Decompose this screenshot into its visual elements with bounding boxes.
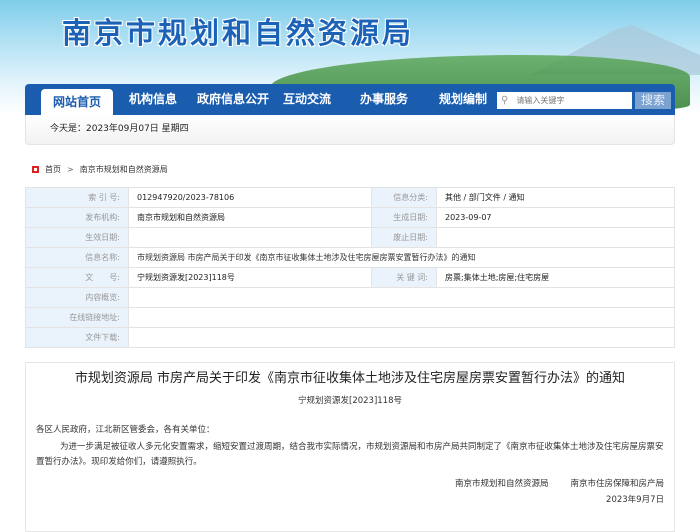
link-value	[128, 307, 675, 328]
article-title: 市规划资源局 市房产局关于印发《南京市征收集体土地涉及住宅房屋房票安置暂行办法》…	[74, 371, 626, 386]
breadcrumb: 首页 > 南京市规划和自然资源局	[32, 164, 168, 175]
created-value: 2023-09-07	[436, 207, 675, 228]
table-row: 内容概览:	[25, 287, 675, 308]
created-label: 生成日期:	[371, 207, 437, 228]
effective-label: 生效日期:	[25, 227, 129, 248]
table-row: 生效日期: 废止日期:	[25, 227, 675, 248]
search-box: ⚲	[497, 92, 632, 109]
name-label: 信息名称:	[25, 247, 129, 268]
search-input[interactable]	[516, 96, 627, 105]
signer-1: 南京市规划和自然资源局	[454, 479, 549, 489]
nav-org-info[interactable]: 机构信息	[113, 84, 193, 115]
article-addressee: 各区人民政府，江北新区管委会，各有关单位：	[36, 425, 215, 435]
nav-services[interactable]: 办事服务	[341, 84, 427, 115]
docno-label: 文 号:	[25, 267, 129, 288]
article: 市规划资源局 市房产局关于印发《南京市征收集体土地涉及住宅房屋房票安置暂行办法》…	[25, 362, 675, 532]
article-docno: 宁规划资源发[2023]118号	[298, 396, 402, 406]
home-icon	[32, 166, 39, 173]
publisher-value: 南京市规划和自然资源局	[128, 207, 372, 228]
article-signers: 南京市规划和自然资源局 南京市住房保障和房产局	[36, 476, 664, 492]
effective-value	[128, 227, 372, 248]
breadcrumb-current[interactable]: 南京市规划和自然资源局	[80, 164, 168, 175]
category-label: 信息分类:	[371, 187, 437, 208]
index-value: 012947920/2023-78106	[128, 187, 372, 208]
metadata-table: 索 引 号: 012947920/2023-78106 信息分类: 其他 / 部门文件…	[25, 187, 675, 348]
nav-home[interactable]: 网站首页	[41, 89, 113, 115]
search-icon: ⚲	[501, 95, 509, 106]
keywords-value: 房票;集体土地;房屋;住宅房屋	[436, 267, 675, 288]
index-label: 索 引 号:	[25, 187, 129, 208]
table-row: 信息名称: 市规划资源局 市房产局关于印发《南京市征收集体土地涉及住宅房屋房票安置…	[25, 247, 675, 268]
name-value: 市规划资源局 市房产局关于印发《南京市征收集体土地涉及住宅房屋房票安置暂行办法》…	[128, 247, 675, 268]
table-row: 文件下载:	[25, 327, 675, 348]
search-button[interactable]: 搜索	[635, 92, 671, 109]
site-title: 南京市规划和自然资源局	[62, 16, 415, 50]
table-row: 文 号: 宁规划资源发[2023]118号关 键 词: 房票;集体土地;房屋;住宅房…	[25, 267, 675, 288]
publisher-label: 发布机构:	[25, 207, 129, 228]
nav-gov-info[interactable]: 政府信息公开	[193, 84, 273, 115]
download-value	[128, 327, 675, 348]
summary-label: 内容概览:	[25, 287, 129, 308]
summary-value	[128, 287, 675, 308]
date-display: 今天是：2023年09月07日 星期四	[25, 115, 675, 145]
breadcrumb-home[interactable]: 首页	[45, 164, 61, 175]
link-label: 在线链接地址:	[25, 307, 129, 328]
article-date: 2023年9月7日	[606, 495, 664, 505]
table-row: 发布机构: 南京市规划和自然资源局 生成日期: 2023-09-07	[25, 207, 675, 228]
nav-planning[interactable]: 规划编制	[427, 84, 499, 115]
category-value: 其他 / 部门文件 / 通知	[436, 187, 675, 208]
docno-value: 宁规划资源发[2023]118号	[128, 267, 372, 288]
nav-interaction[interactable]: 互动交流	[273, 84, 341, 115]
table-row: 在线链接地址:	[25, 307, 675, 328]
expire-label: 废止日期:	[371, 227, 437, 248]
table-row: 索 引 号: 012947920/2023-78106 信息分类: 其他 / 部门文件…	[25, 187, 675, 208]
signer-2: 南京市住房保障和房产局	[570, 479, 664, 489]
article-body: 为进一步满足被征收人多元化安置需求，缩短安置过渡周期，结合我市实际情况，市规划资…	[36, 442, 664, 467]
breadcrumb-separator: >	[67, 165, 74, 174]
expire-value	[436, 227, 675, 248]
download-label: 文件下载:	[25, 327, 129, 348]
keywords-label: 关 键 词:	[371, 267, 437, 288]
